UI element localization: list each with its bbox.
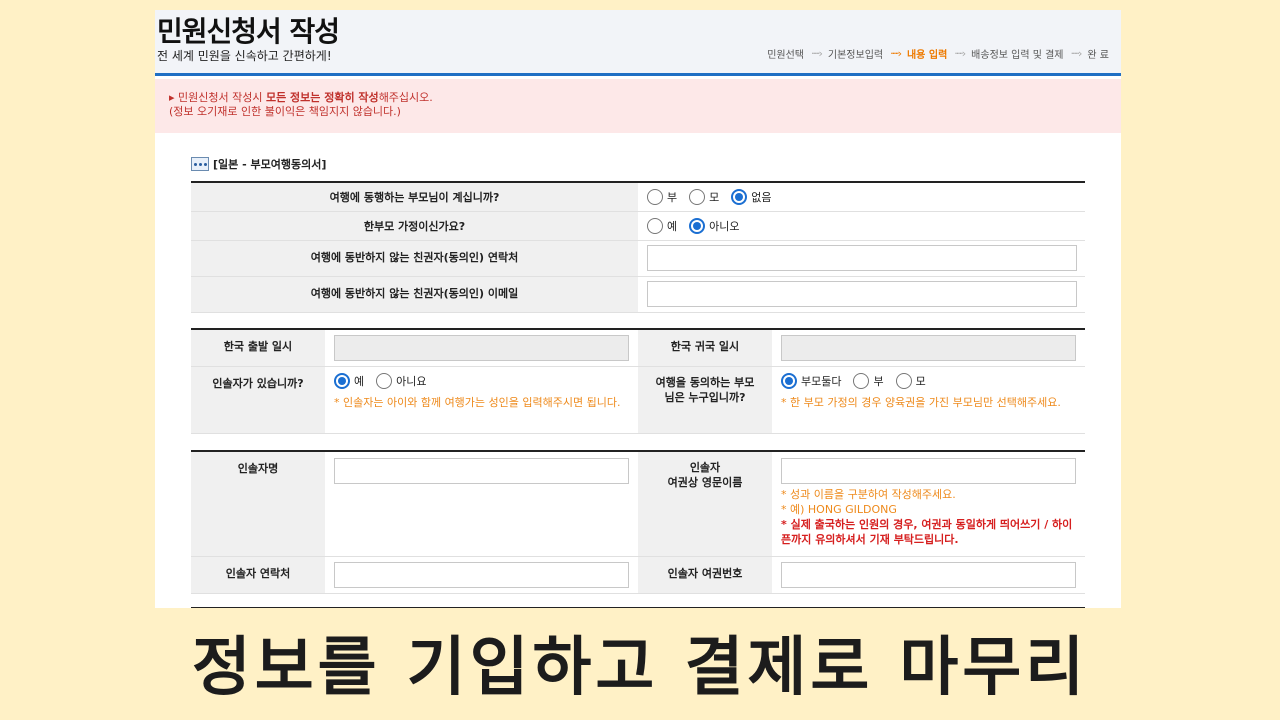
people-icon (191, 157, 209, 171)
step-complete: 완 료 (1087, 50, 1109, 61)
table-row: 여행에 동반하지 않는 친권자(동의인) 이메일 (191, 276, 1085, 313)
escort-info-table: 인솔자명 인솔자 여권상 영문이름 * 성과 이름을 구분하여 작성해주세요. … (191, 450, 1085, 594)
escort-eng-name-input[interactable] (781, 458, 1076, 484)
page-title: 민원신청서 작성 (157, 15, 340, 48)
return-date-label: 한국 귀국 일시 (638, 329, 772, 367)
departure-date-input[interactable] (334, 334, 629, 361)
radio-consent-mother[interactable]: 모 (895, 372, 926, 389)
q-guardian-email-label: 여행에 동반하지 않는 친권자(동의인) 이메일 (191, 276, 638, 313)
radio-father[interactable]: 부 (647, 188, 677, 205)
departure-date-label: 한국 출발 일시 (191, 329, 325, 367)
escort-note: * 인솔자는 아이와 함께 여행가는 성인을 입력해주시면 됩니다. (334, 395, 621, 409)
step-arrow-icon: ·····› (811, 47, 823, 60)
escort-eng-label-1: 인솔자 (689, 461, 721, 474)
q-guardian-phone-label: 여행에 동반하지 않는 친권자(동의인) 연락처 (191, 240, 638, 277)
escort-name-label: 인솔자명 (191, 451, 325, 557)
travel-info-table: 한국 출발 일시 한국 귀국 일시 인솔자가 있습니까? 예 아니요 * 인솔자… (191, 328, 1085, 434)
notice-box: ▸ 민원신청서 작성시 모든 정보는 정확히 작성해주십시오. (정보 오기재로… (155, 79, 1121, 133)
radio-yes[interactable]: 예 (647, 217, 677, 234)
consent-note: * 한 부모 가정의 경우 양육권을 가진 부모님만 선택해주세요. (781, 395, 1061, 409)
escort-eng-note-2: * 예) HONG GILDONG (781, 503, 897, 516)
step-arrow-icon: ·····› (1070, 47, 1083, 60)
screenshot-panel: 민원신청서 작성 전 세계 민원을 신속하고 간편하게! 민원선택 ·····›… (155, 10, 1121, 608)
escort-passport-input[interactable] (781, 561, 1076, 588)
q-parent-accompany-label: 여행에 동행하는 부모님이 계십니까? (191, 182, 638, 212)
radio-both-parents[interactable]: 부모둘다 (781, 372, 841, 389)
table-row: 한부모 가정이신가요? 예 아니오 (191, 211, 1085, 241)
radio-consent-father[interactable]: 부 (853, 372, 884, 389)
page-subtitle: 전 세계 민원을 신속하고 간편하게! (157, 49, 332, 63)
notice-line-1: ▸ 민원신청서 작성시 모든 정보는 정확히 작성해주십시오. (169, 91, 433, 104)
step-content-input: 내용 입력 (906, 50, 948, 61)
consent-parent-radios: 부모둘다 부 모 (781, 372, 1085, 389)
guardian-phone-input[interactable] (647, 245, 1077, 271)
divider (191, 607, 1085, 608)
notice-line-2: (정보 오기재로 인한 불이익은 책임지지 않습니다.) (169, 105, 401, 118)
progress-steps: 민원선택 ·····› 기본정보입력 ·····› 내용 입력 ·····› 배… (767, 46, 1109, 61)
escort-exists-radios: 예 아니요 (334, 372, 638, 389)
table-row: 여행에 동반하지 않는 친권자(동의인) 연락처 (191, 240, 1085, 277)
table-row: 인솔자가 있습니까? 예 아니요 * 인솔자는 아이와 함께 여행가는 성인을 … (191, 366, 1085, 434)
escort-phone-label: 인솔자 연락처 (191, 556, 325, 594)
return-date-input[interactable] (781, 334, 1076, 361)
q-single-parent-radios: 예 아니오 (647, 217, 1085, 234)
consent-parent-label: 여행을 동의하는 부모님은 누구입니까? (638, 366, 772, 434)
escort-passport-label: 인솔자 여권번호 (638, 556, 772, 594)
q-single-parent-label: 한부모 가정이신가요? (191, 211, 638, 241)
table-row: 인솔자명 인솔자 여권상 영문이름 * 성과 이름을 구분하여 작성해주세요. … (191, 451, 1085, 557)
step-arrow-icon: ·····› (890, 47, 902, 60)
radio-escort-yes[interactable]: 예 (334, 372, 364, 389)
radio-no[interactable]: 아니오 (689, 217, 740, 234)
radio-escort-no[interactable]: 아니요 (376, 372, 427, 389)
escort-eng-note-3: * 실제 출국하는 인원의 경우, 여권과 동일하게 띄어쓰기 / 하이픈까지 … (781, 518, 1073, 546)
form-title: [일본 - 부모여행동의서] (191, 156, 326, 172)
step-select: 민원선택 (767, 50, 804, 61)
escort-phone-input[interactable] (334, 561, 629, 588)
escort-exists-label: 인솔자가 있습니까? (191, 366, 325, 434)
table-row: 여행에 동행하는 부모님이 계십니까? 부 모 없음 (191, 182, 1085, 212)
radio-mother[interactable]: 모 (689, 188, 719, 205)
caption-text: 정보를 기입하고 결제로 마무리 (191, 631, 1089, 705)
caret-right-icon: ▸ (169, 91, 179, 104)
table-row: 인솔자 연락처 인솔자 여권번호 (191, 556, 1085, 594)
parent-consent-table: 여행에 동행하는 부모님이 계십니까? 부 모 없음 한부모 가정이신가요? 예… (191, 181, 1085, 313)
escort-name-input[interactable] (334, 458, 629, 484)
escort-eng-label-2: 여권상 영문이름 (667, 476, 743, 489)
escort-eng-note-1: * 성과 이름을 구분하여 작성해주세요. (781, 488, 956, 501)
step-shipping-payment: 배송정보 입력 및 결제 (971, 50, 1064, 61)
table-row: 한국 출발 일시 한국 귀국 일시 (191, 329, 1085, 367)
page-header: 민원신청서 작성 전 세계 민원을 신속하고 간편하게! 민원선택 ·····›… (155, 10, 1121, 76)
step-basic-info: 기본정보입력 (827, 50, 884, 61)
q-parent-accompany-radios: 부 모 없음 (647, 188, 1085, 205)
guardian-email-input[interactable] (647, 281, 1077, 307)
step-arrow-icon: ·····› (954, 47, 966, 60)
radio-none[interactable]: 없음 (731, 188, 772, 205)
